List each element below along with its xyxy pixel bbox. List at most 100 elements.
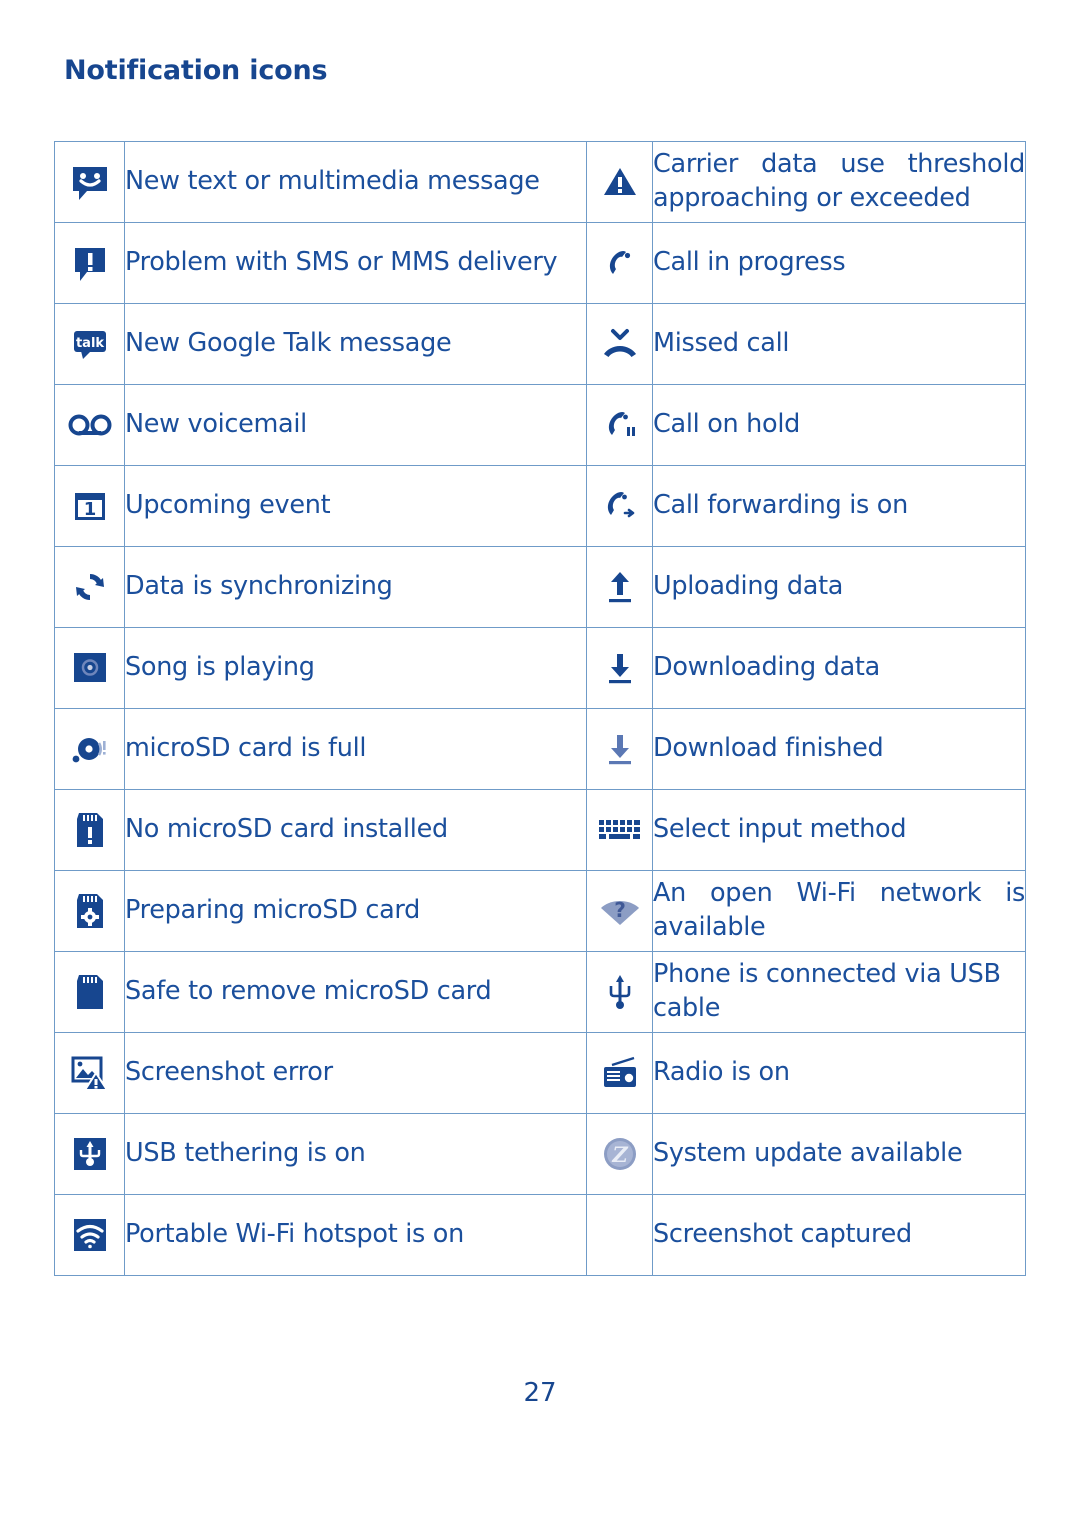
usb-icon: [605, 972, 635, 1012]
label-cell-left: Portable Wi-Fi hotspot is on: [124, 1194, 587, 1276]
voicemail-icon: [68, 410, 112, 440]
icon-label: Screenshot captured: [653, 1219, 912, 1250]
icon-label: USB tethering is on: [125, 1138, 366, 1169]
icon-cell-right: [586, 627, 653, 709]
label-cell-left: New Google Talk message: [124, 303, 587, 385]
radio-icon: [600, 1055, 640, 1091]
table-row: talk New Google Talk message Missed call: [54, 303, 1026, 385]
call-forwarding-icon: [601, 487, 639, 525]
icon-label: Call on hold: [653, 409, 801, 440]
icon-label: Preparing microSD card: [125, 895, 421, 926]
notification-icons-table: New text or multimedia message Carrier d…: [54, 141, 1026, 1276]
label-cell-left: New voicemail: [124, 384, 587, 466]
label-cell-left: microSD card is full: [124, 708, 587, 790]
label-cell-right: Call in progress: [652, 222, 1026, 304]
icon-cell-right: [586, 222, 653, 304]
music-disc-icon: [69, 650, 111, 686]
icon-label: Problem with SMS or MMS delivery: [125, 247, 558, 278]
icon-label: Phone is connected via USB cable: [653, 959, 1001, 1023]
icon-label: Uploading data: [653, 571, 844, 602]
wifi-question-icon: ?: [599, 895, 641, 927]
svg-text:talk: talk: [75, 336, 103, 351]
table-row: Preparing microSD card ? An open Wi-Fi n…: [54, 870, 1026, 952]
message-error-icon: [69, 242, 111, 284]
icon-label: microSD card is full: [125, 733, 367, 764]
call-on-hold-icon: [601, 406, 639, 444]
label-cell-left: New text or multimedia message: [124, 141, 587, 223]
icon-label: New voicemail: [125, 409, 307, 440]
icon-label: Select input method: [653, 814, 907, 845]
label-cell-left: Safe to remove microSD card: [124, 951, 587, 1033]
icon-cell-left: [54, 627, 125, 709]
table-row: New voicemail Call on hold: [54, 384, 1026, 466]
warning-triangle-icon: [601, 163, 639, 201]
icon-label: Call forwarding is on: [653, 490, 908, 521]
label-cell-right: Call on hold: [652, 384, 1026, 466]
icon-label: Safe to remove microSD card: [125, 976, 492, 1007]
icon-label: Call in progress: [653, 247, 846, 278]
label-cell-right: Screenshot captured: [652, 1194, 1026, 1276]
table-row: Portable Wi-Fi hotspot is on Screenshot …: [54, 1194, 1026, 1276]
sd-card-safe-remove-icon: [71, 971, 109, 1013]
icon-cell-right: [586, 1032, 653, 1114]
icon-label: Upcoming event: [125, 490, 331, 521]
table-row: No microSD card installed Select input m…: [54, 789, 1026, 871]
keyboard-icon: [597, 817, 643, 843]
svg-text:?: ?: [614, 898, 626, 922]
sd-card-preparing-icon: [71, 890, 109, 932]
icon-cell-left: [54, 708, 125, 790]
missed-call-icon: [600, 324, 640, 364]
icon-cell-left: [54, 546, 125, 628]
label-cell-left: Problem with SMS or MMS delivery: [124, 222, 587, 304]
label-cell-right: Call forwarding is on: [652, 465, 1026, 547]
icon-cell-left: [54, 1032, 125, 1114]
page-number: 27: [523, 1378, 557, 1408]
message-smiley-icon: [69, 161, 111, 203]
label-cell-right: Downloading data: [652, 627, 1026, 709]
table-body: New text or multimedia message Carrier d…: [54, 141, 1026, 1276]
download-finished-icon: [603, 730, 637, 768]
svg-text:1: 1: [83, 499, 96, 520]
page-title: Notification icons: [64, 55, 328, 86]
icon-cell-left: [54, 789, 125, 871]
icon-label: New text or multimedia message: [125, 166, 540, 197]
phone-handset-icon: [601, 244, 639, 282]
label-cell-right: Phone is connected via USB cable: [652, 951, 1026, 1033]
label-cell-left: Song is playing: [124, 627, 587, 709]
label-cell-left: Preparing microSD card: [124, 870, 587, 952]
icon-cell-left: 1: [54, 465, 125, 547]
sync-icon: [70, 567, 110, 607]
icon-cell-left: [54, 384, 125, 466]
label-cell-right: System update available: [652, 1113, 1026, 1195]
icon-cell-right: ?: [586, 870, 653, 952]
label-cell-left: Data is synchronizing: [124, 546, 587, 628]
icon-cell-left: [54, 222, 125, 304]
upload-arrow-icon: [603, 568, 637, 606]
label-cell-right: Download finished: [652, 708, 1026, 790]
icon-label: Portable Wi-Fi hotspot is on: [125, 1219, 464, 1250]
document-page: Notification icons New text or multimedi…: [0, 0, 1080, 1535]
label-cell-left: Upcoming event: [124, 465, 587, 547]
icon-label: An open Wi-Fi network is available: [653, 878, 1025, 942]
table-row: microSD card is full Download finished: [54, 708, 1026, 790]
icon-cell-left: [54, 951, 125, 1033]
icon-label: Radio is on: [653, 1057, 790, 1088]
icon-cell-right-empty: [586, 1194, 653, 1276]
icon-cell-right: [586, 951, 653, 1033]
screenshot-error-icon: [69, 1053, 111, 1093]
table-row: Song is playing Downloading data: [54, 627, 1026, 709]
wifi-hotspot-icon: [71, 1216, 109, 1254]
label-cell-right: Uploading data: [652, 546, 1026, 628]
label-cell-left: Screenshot error: [124, 1032, 587, 1114]
label-cell-left: USB tethering is on: [124, 1113, 587, 1195]
icon-label: System update available: [653, 1138, 963, 1169]
icon-cell-right: [586, 141, 653, 223]
icon-cell-right: [586, 789, 653, 871]
icon-cell-left: [54, 870, 125, 952]
table-row: Safe to remove microSD card Phone is con…: [54, 951, 1026, 1033]
icon-cell-right: Z: [586, 1113, 653, 1195]
table-row: New text or multimedia message Carrier d…: [54, 141, 1026, 223]
icon-label: No microSD card installed: [125, 814, 448, 845]
icon-label: Song is playing: [125, 652, 315, 683]
download-arrow-icon: [603, 649, 637, 687]
